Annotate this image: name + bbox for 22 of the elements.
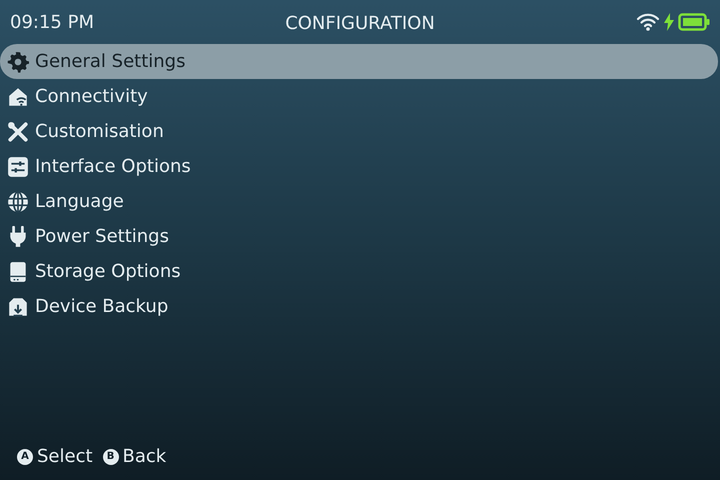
menu-item[interactable]: Power Settings	[0, 219, 718, 254]
menu-item[interactable]: Connectivity	[0, 79, 718, 114]
clock: 09:15 PM	[10, 10, 94, 34]
hint-label: Back	[122, 445, 166, 469]
box-download-icon	[7, 296, 29, 318]
screen-title: CONFIGURATION	[285, 12, 435, 36]
menu-item[interactable]: Customisation	[0, 114, 718, 149]
menu-item[interactable]: General Settings	[0, 44, 718, 79]
menu-item[interactable]: Storage Options	[0, 254, 718, 289]
menu-item[interactable]: Interface Options	[0, 149, 718, 184]
wifi-icon	[636, 13, 660, 31]
tools-icon	[7, 120, 29, 142]
menu-item[interactable]: Device Backup	[0, 289, 718, 324]
hint-label: Select	[37, 445, 93, 469]
sliders-icon	[7, 156, 29, 178]
gear-icon	[7, 50, 29, 72]
house-wifi-icon	[7, 86, 29, 108]
globe-icon	[7, 190, 29, 212]
menu-item[interactable]: Language	[0, 184, 718, 219]
battery-icon	[678, 13, 710, 31]
button-glyph: B	[102, 448, 119, 464]
button-glyph: A	[17, 448, 33, 464]
